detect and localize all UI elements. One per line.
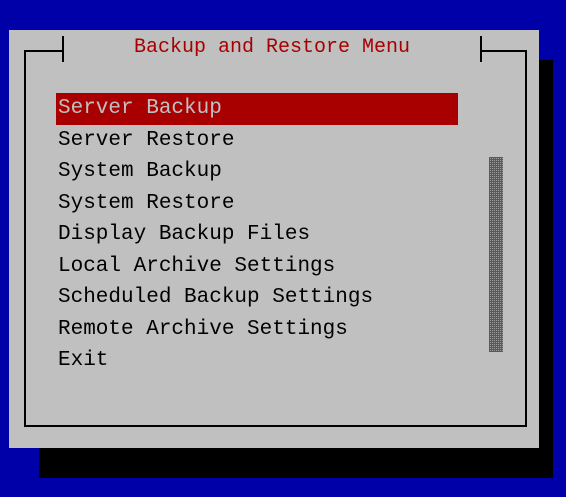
dialog-title: Backup and Restore Menu bbox=[133, 36, 411, 59]
menu-item-local-archive-settings[interactable]: Local Archive Settings bbox=[56, 251, 458, 283]
menu-item-system-restore[interactable]: System Restore bbox=[56, 188, 458, 220]
menu-item-scheduled-backup-settings[interactable]: Scheduled Backup Settings bbox=[56, 282, 458, 314]
menu-item-exit[interactable]: Exit bbox=[56, 345, 458, 377]
title-right-tick bbox=[480, 36, 482, 62]
menu-scrollbar[interactable] bbox=[489, 157, 503, 352]
menu-item-system-backup[interactable]: System Backup bbox=[56, 156, 458, 188]
menu-item-server-backup[interactable]: Server Backup bbox=[56, 93, 458, 125]
menu-item-remote-archive-settings[interactable]: Remote Archive Settings bbox=[56, 314, 458, 346]
menu-item-server-restore[interactable]: Server Restore bbox=[56, 125, 458, 157]
menu-list: Server Backup Server Restore System Back… bbox=[56, 93, 458, 377]
menu-item-display-backup-files[interactable]: Display Backup Files bbox=[56, 219, 458, 251]
